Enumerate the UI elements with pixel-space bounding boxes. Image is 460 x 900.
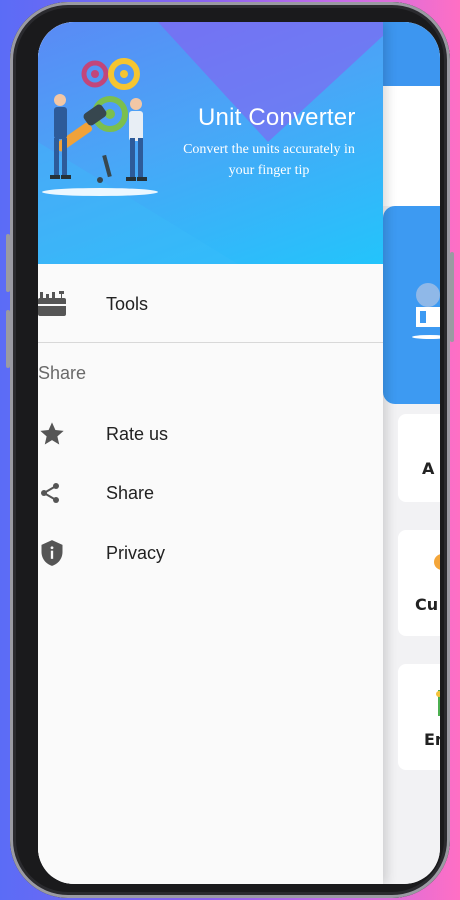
drawer-divider bbox=[38, 342, 383, 343]
volume-down-button bbox=[6, 310, 10, 368]
star-icon bbox=[40, 422, 64, 445]
navigation-drawer: Unit Converter Convert the units accurat… bbox=[38, 22, 383, 884]
drawer-header: Unit Converter Convert the units accurat… bbox=[38, 22, 383, 264]
drawer-item-rate-us[interactable]: Rate us bbox=[38, 405, 383, 463]
app-card-energy-label: En bbox=[424, 730, 440, 749]
drawer-item-tools-label: Tools bbox=[106, 294, 149, 314]
drawer-item-rate-us-label: Rate us bbox=[106, 424, 169, 444]
drawer-item-privacy-label: Privacy bbox=[106, 543, 166, 563]
shield-info-icon bbox=[41, 540, 63, 566]
app-subtitle: Convert the units accurately in your fin… bbox=[183, 142, 355, 178]
power-button bbox=[450, 252, 454, 342]
app-toolbar bbox=[383, 22, 440, 86]
toolbox-icon bbox=[38, 291, 66, 316]
app-title: Unit Converter bbox=[198, 104, 356, 131]
app-card-currency[interactable] bbox=[398, 530, 440, 636]
drawer-item-privacy[interactable]: Privacy bbox=[38, 524, 383, 582]
drawer-item-share[interactable]: Share bbox=[38, 464, 383, 522]
share-icon bbox=[41, 483, 59, 503]
app-card-currency-label: Cu bbox=[415, 595, 439, 614]
drawer-item-tools[interactable]: Tools bbox=[38, 275, 383, 333]
phone-screen: A Cu En bbox=[38, 22, 440, 884]
energy-icon bbox=[436, 690, 440, 716]
currency-icon bbox=[434, 554, 440, 570]
share-section-title: Share bbox=[38, 363, 87, 383]
engineers-gears-illustration bbox=[42, 58, 158, 196]
volume-up-button bbox=[6, 234, 10, 292]
app-card-area[interactable] bbox=[398, 414, 440, 502]
drawer-item-share-label: Share bbox=[106, 483, 155, 503]
app-card-area-label: A bbox=[422, 459, 435, 478]
app-content-band bbox=[383, 86, 440, 206]
phone-frame: A Cu En bbox=[6, 2, 454, 898]
gear-illustration-icon bbox=[412, 283, 440, 339]
